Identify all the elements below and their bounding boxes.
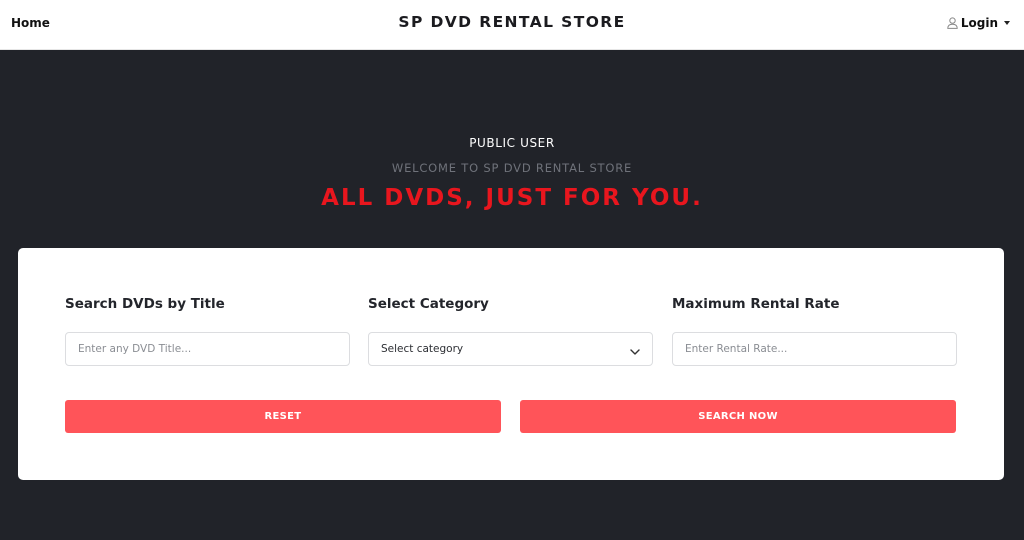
search-now-button[interactable]: SEARCH NOW [520,400,956,433]
rental-rate-input[interactable] [672,332,957,366]
title-search-label: Search DVDs by Title [65,296,225,312]
brand-title[interactable]: SP DVD RENTAL STORE [0,13,1024,31]
hero-welcome: WELCOME TO SP DVD RENTAL STORE [391,161,633,175]
title-search-input[interactable] [65,332,350,366]
hero-title: ALL DVDS, JUST FOR YOU. [321,185,703,211]
search-card: Search DVDs by Title Select Category Sel… [18,248,1004,480]
login-dropdown[interactable]: Login [947,16,1010,30]
reset-button[interactable]: RESET [65,400,501,433]
user-icon [947,17,958,29]
caret-down-icon [1004,21,1010,25]
navbar: Home SP DVD RENTAL STORE Login [0,0,1024,50]
category-label: Select Category [368,296,489,312]
category-select-value: Select category [381,343,464,355]
rental-rate-label: Maximum Rental Rate [672,296,840,312]
hero-subtitle: PUBLIC USER [469,136,555,150]
category-select[interactable]: Select category [368,332,653,366]
chevron-down-icon [630,340,640,359]
login-label: Login [960,16,998,30]
